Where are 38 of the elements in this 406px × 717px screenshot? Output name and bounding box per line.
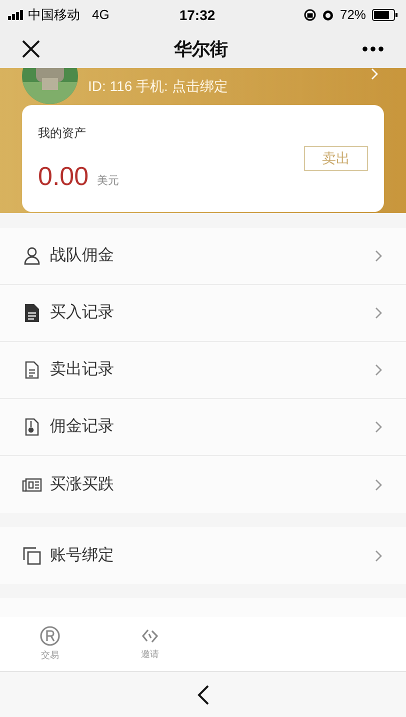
chevron-right-icon bbox=[375, 550, 382, 562]
menu-item[interactable]: 买涨买跌 bbox=[0, 456, 406, 513]
profile-chevron[interactable] bbox=[371, 68, 378, 80]
more-button[interactable] bbox=[362, 46, 384, 52]
page-title: 华尔街 bbox=[172, 38, 229, 60]
newspaper-icon bbox=[22, 478, 42, 492]
assets-label: 我的资产 bbox=[38, 125, 86, 142]
person-icon bbox=[24, 247, 40, 265]
menu-item[interactable]: 买入记录 bbox=[0, 285, 406, 342]
chevron-right-icon bbox=[375, 307, 382, 319]
registered-icon bbox=[40, 626, 60, 646]
profile-id-line: ID: 116 手机: 点击绑定 bbox=[88, 77, 228, 96]
zip-file-icon bbox=[25, 418, 39, 436]
signal-icon bbox=[8, 10, 26, 20]
close-button[interactable] bbox=[22, 40, 40, 58]
menu-item[interactable]: 战队佣金 bbox=[0, 228, 406, 285]
rotation-lock-icon bbox=[304, 9, 316, 21]
menu-item[interactable]: 账号绑定 bbox=[0, 527, 406, 584]
carrier-name: 中国移动 bbox=[28, 6, 80, 24]
currency-unit: 美元 bbox=[97, 174, 119, 189]
chevron-right-icon bbox=[375, 364, 382, 376]
back-button[interactable] bbox=[197, 684, 209, 704]
chevron-right-icon bbox=[375, 478, 382, 490]
link-icon bbox=[140, 626, 160, 645]
alarm-icon bbox=[322, 9, 334, 21]
battery-percent: 72% bbox=[340, 6, 366, 24]
assets-amount: 0.00 bbox=[38, 160, 89, 193]
copy-icon bbox=[23, 546, 41, 564]
document-icon bbox=[25, 304, 39, 322]
chevron-right-icon bbox=[371, 68, 378, 80]
network-type: 4G bbox=[92, 6, 110, 24]
menu-item[interactable]: 佣金记录 bbox=[0, 399, 406, 456]
chevron-right-icon bbox=[375, 421, 382, 433]
chevron-right-icon bbox=[375, 250, 382, 262]
menu-item[interactable]: 卖出记录 bbox=[0, 342, 406, 399]
status-time: 17:32 bbox=[179, 6, 216, 24]
document-icon bbox=[25, 361, 39, 379]
battery-icon bbox=[372, 9, 398, 21]
